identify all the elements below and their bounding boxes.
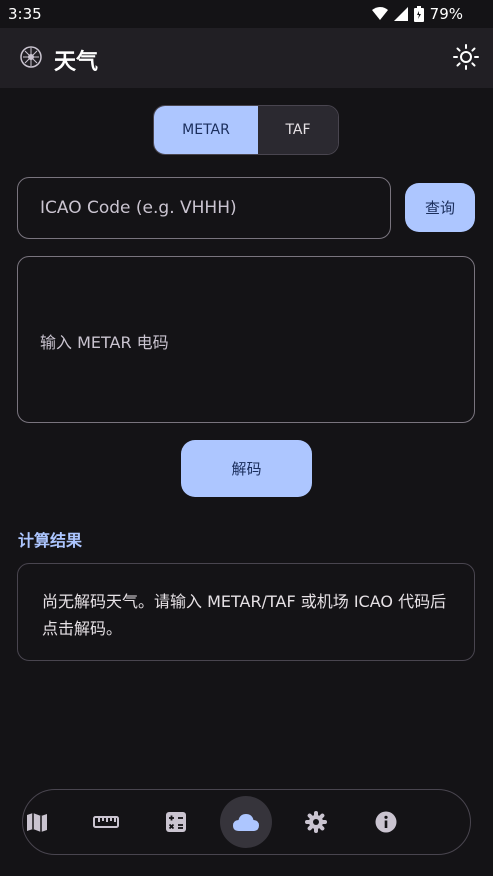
- nav-settings[interactable]: [290, 796, 342, 848]
- nav-weather[interactable]: [220, 796, 272, 848]
- metar-input[interactable]: 输入 METAR 电码: [17, 256, 475, 423]
- result-card: 尚无解码天气。请输入 METAR/TAF 或机场 ICAO 代码后点击解码。: [17, 563, 475, 661]
- cloud-icon: [233, 814, 259, 831]
- battery-icon: [413, 6, 424, 22]
- nav-info[interactable]: [360, 796, 412, 848]
- metar-placeholder: 输入 METAR 电码: [40, 333, 169, 352]
- tab-metar[interactable]: METAR: [154, 106, 258, 154]
- logo-icon: [18, 44, 44, 74]
- calculator-icon: [166, 812, 186, 832]
- status-icons: 79%: [371, 5, 463, 23]
- info-icon: [375, 811, 397, 833]
- settings-icon: [305, 811, 327, 833]
- nav-calculator[interactable]: [150, 796, 202, 848]
- page-title: 天气: [54, 50, 99, 75]
- wifi-icon: [371, 7, 388, 21]
- mode-switch: METAR TAF: [153, 105, 339, 155]
- query-button[interactable]: 查询: [405, 183, 475, 232]
- ruler-icon: [93, 816, 119, 828]
- status-bar: 3:35 79%: [0, 0, 493, 28]
- battery-level: 79%: [429, 5, 463, 23]
- status-time: 3:35: [8, 5, 42, 23]
- tab-taf[interactable]: TAF: [258, 106, 338, 154]
- bottom-navigation: [22, 789, 471, 855]
- signal-icon: [393, 7, 408, 21]
- nav-map[interactable]: [11, 796, 63, 848]
- result-message: 尚无解码天气。请输入 METAR/TAF 或机场 ICAO 代码后点击解码。: [42, 592, 447, 638]
- nav-ruler[interactable]: [80, 796, 132, 848]
- sun-icon: [453, 44, 479, 70]
- map-icon: [27, 813, 47, 832]
- icao-input[interactable]: [17, 177, 391, 239]
- app-bar: 天气: [0, 28, 493, 88]
- theme-toggle-button[interactable]: [453, 44, 479, 74]
- decode-button[interactable]: 解码: [181, 440, 312, 497]
- result-section-title: 计算结果: [18, 531, 83, 550]
